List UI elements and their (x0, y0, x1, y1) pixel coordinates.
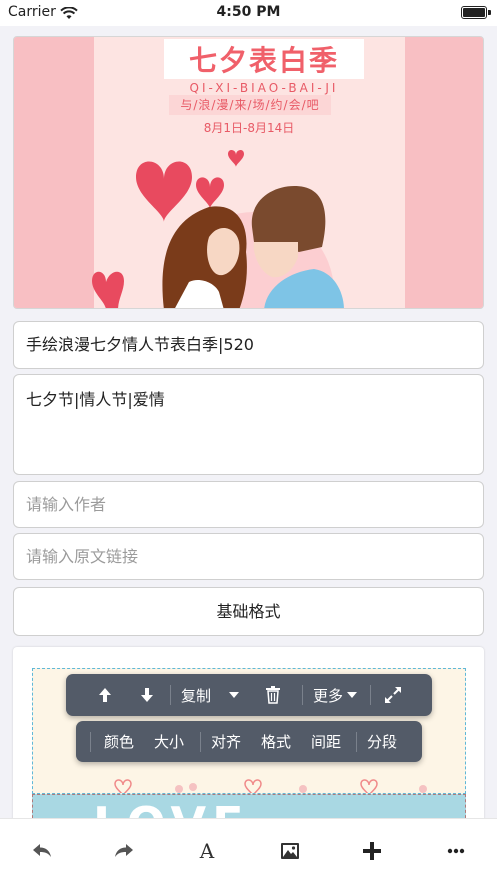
color-button[interactable]: 颜色 (98, 721, 140, 762)
status-bar: Carrier 4:50 PM (0, 0, 497, 26)
text-format-icon[interactable]: A (193, 839, 221, 863)
poster-title: 七夕表白季 (164, 39, 364, 79)
cover-image[interactable]: 七夕表白季 QI-XI-BIAO-BAI-JI 与/浪/漫/来/场/约/会/吧 … (13, 36, 484, 309)
move-down-icon[interactable] (134, 674, 160, 716)
format-button[interactable]: 格式 (255, 721, 297, 762)
size-button[interactable]: 大小 (148, 721, 190, 762)
add-icon[interactable] (358, 839, 386, 863)
toolbar-divider (356, 732, 357, 752)
title-input[interactable]: 手绘浪漫七夕情人节表白季|520 (13, 321, 484, 369)
source-link-input[interactable]: 请输入原文链接 (13, 533, 484, 580)
move-up-icon[interactable] (92, 674, 118, 716)
expand-icon[interactable] (380, 674, 406, 716)
toolbar-divider (90, 732, 91, 752)
poster-pinyin: QI-XI-BIAO-BAI-JI (189, 81, 339, 95)
battery-icon (461, 6, 487, 19)
more-button[interactable]: 更多 (306, 674, 364, 716)
basic-format-button[interactable]: 基础格式 (13, 587, 484, 636)
more-label: 更多 (312, 686, 343, 705)
delete-icon[interactable] (262, 674, 284, 716)
poster-date: 8月1日-8月14日 (203, 121, 295, 135)
toolbar-divider (200, 732, 201, 752)
toolbar-divider (302, 685, 303, 705)
battery-cap (488, 10, 491, 15)
poster-slogan: 与/浪/漫/来/场/约/会/吧 (169, 95, 331, 115)
block-toolbar-secondary: 颜色 大小 对齐 格式 间距 分段 (76, 721, 422, 762)
image-icon[interactable] (276, 839, 304, 863)
author-input[interactable]: 请输入作者 (13, 481, 484, 528)
undo-icon[interactable] (28, 839, 56, 863)
toolbar-divider (170, 685, 171, 705)
copy-options-chevron-icon[interactable] (224, 674, 244, 716)
svg-text:A: A (199, 841, 215, 861)
paragraph-button[interactable]: 分段 (361, 721, 403, 762)
align-button[interactable]: 对齐 (205, 721, 247, 762)
block-toolbar-primary: 复制 更多 (66, 674, 432, 716)
more-icon[interactable] (442, 839, 470, 863)
redo-icon[interactable] (110, 839, 138, 863)
copy-button[interactable]: 复制 (176, 674, 216, 716)
clock: 4:50 PM (216, 4, 281, 20)
more-chevron-icon (347, 692, 357, 698)
bottom-toolbar: A (0, 818, 497, 883)
tags-input[interactable]: 七夕节|情人节|爱情 (13, 374, 484, 475)
toolbar-divider (370, 685, 371, 705)
spacing-button[interactable]: 间距 (305, 721, 347, 762)
